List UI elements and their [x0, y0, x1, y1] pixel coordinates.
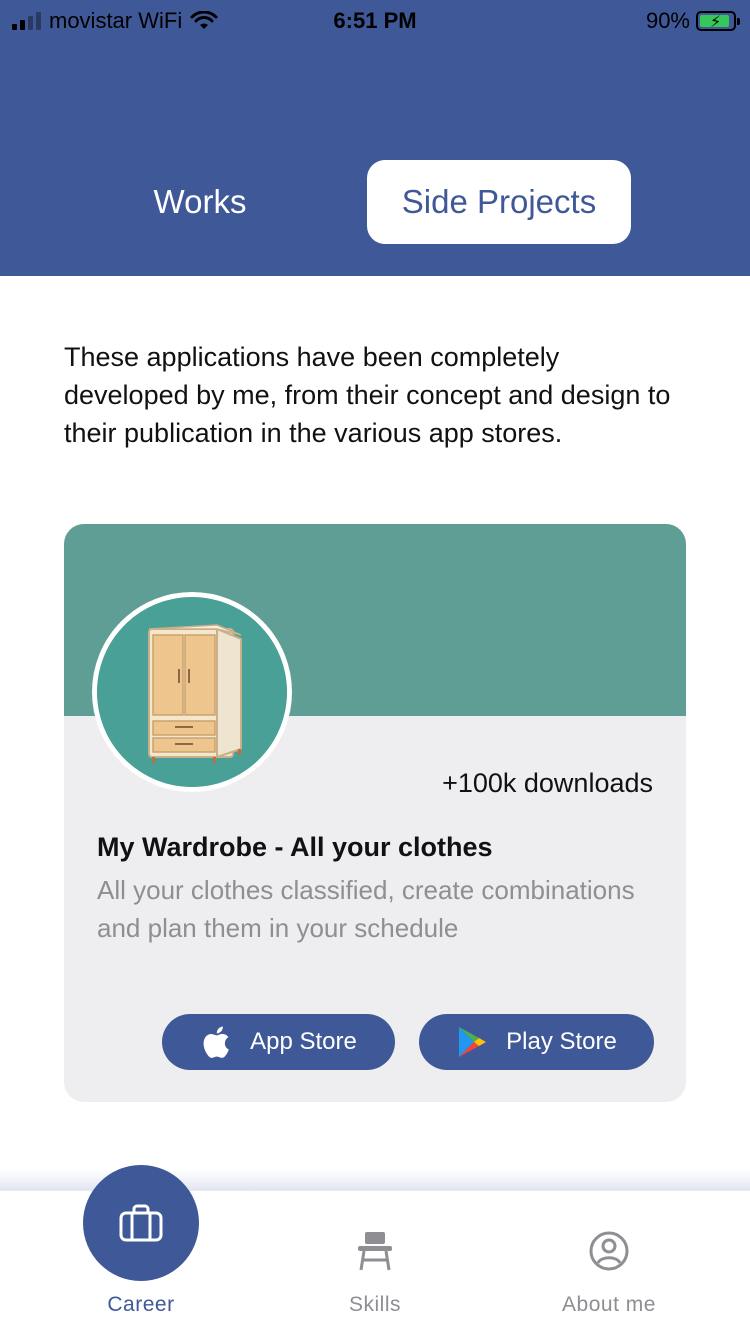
app-description: All your clothes classified, create comb…: [97, 875, 635, 943]
tab-side-projects[interactable]: Side Projects: [367, 160, 631, 244]
app-store-label: App Store: [250, 1028, 357, 1055]
wardrobe-app-icon: [92, 592, 292, 792]
tab-works[interactable]: Works: [70, 160, 330, 244]
battery-icon: ⚡: [696, 11, 740, 31]
nav-item-skills[interactable]: Skills: [255, 1191, 495, 1334]
downloads-count: +100k downloads: [442, 768, 653, 798]
active-tab-indicator: [83, 1165, 199, 1281]
header: movistar WiFi 6:51 PM 90% ⚡ Works Side P…: [0, 0, 750, 276]
briefcase-icon: [118, 1203, 164, 1243]
status-right: 90% ⚡: [645, 8, 740, 34]
battery-percentage: 90%: [645, 8, 690, 33]
nav-label-skills: Skills: [348, 1293, 401, 1316]
bottom-navigation: Career Skills About me: [0, 1165, 750, 1334]
app-card[interactable]: +100k downloads My Wardrobe - All your c…: [64, 524, 686, 1102]
apple-icon: [200, 1026, 232, 1058]
nav-item-career[interactable]: Career: [21, 1165, 261, 1334]
segmented-tabs: Works Side Projects: [0, 160, 750, 244]
play-store-button[interactable]: Play Store: [419, 1014, 654, 1070]
app-title: My Wardrobe - All your clothes: [97, 832, 493, 862]
school-desk-icon: [353, 1229, 397, 1273]
status-bar: movistar WiFi 6:51 PM 90% ⚡: [0, 0, 750, 40]
intro-text: These applications have been completely …: [64, 342, 671, 448]
charging-bolt-icon: ⚡: [710, 14, 722, 31]
nav-label-about-me: About me: [562, 1293, 656, 1316]
google-play-icon: [456, 1026, 488, 1058]
nav-item-about-me[interactable]: About me: [489, 1191, 729, 1334]
app-store-button[interactable]: App Store: [162, 1014, 395, 1070]
nav-label-career: Career: [107, 1293, 175, 1316]
status-time: 6:51 PM: [333, 8, 417, 33]
play-store-label: Play Store: [506, 1028, 617, 1055]
user-circle-icon: [587, 1229, 631, 1273]
